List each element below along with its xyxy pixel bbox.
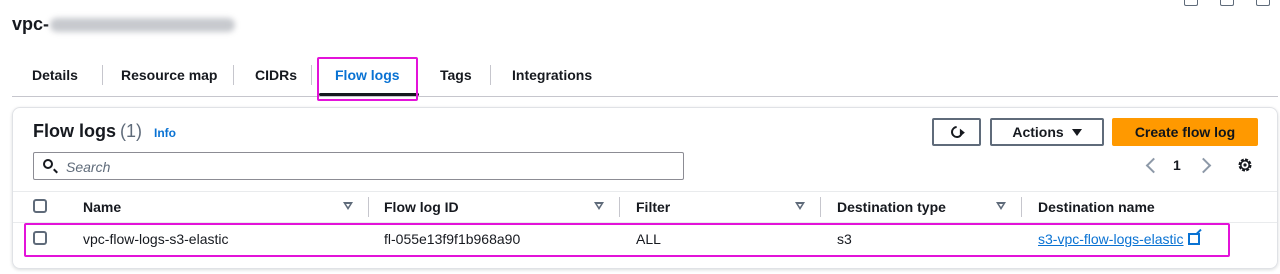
search-input[interactable] [64, 156, 668, 178]
highlight-box-tab [317, 57, 418, 101]
highlight-box-row [24, 223, 1230, 257]
window-icon[interactable] [1256, 0, 1270, 6]
tab-divider [233, 65, 234, 85]
panel-title: Flow logs [33, 121, 116, 141]
info-link[interactable]: Info [154, 126, 176, 140]
column-header-destination-name[interactable]: Destination name [1038, 199, 1155, 215]
search-icon [43, 159, 53, 169]
column-header-filter[interactable]: Filter [636, 199, 670, 215]
tab-tags[interactable]: Tags [436, 56, 476, 94]
window-icon[interactable] [1220, 0, 1234, 6]
column-divider[interactable] [368, 197, 369, 217]
column-header-flow-log-id[interactable]: Flow log ID [384, 199, 459, 215]
column-divider[interactable] [1021, 197, 1022, 217]
select-all-checkbox[interactable] [33, 199, 47, 213]
create-flow-log-label: Create flow log [1134, 124, 1236, 140]
refresh-icon [948, 123, 965, 141]
panel-header: Flow logs (1) Info [33, 121, 176, 142]
tab-integrations[interactable]: Integrations [508, 56, 596, 94]
column-header-destination-type[interactable]: Destination type [837, 199, 946, 215]
sort-icon[interactable] [996, 202, 1006, 210]
search-field[interactable] [33, 152, 684, 180]
vpc-title: vpc- [12, 14, 236, 35]
window-icon[interactable] [1184, 0, 1198, 6]
item-count: (1) [120, 121, 142, 141]
sort-icon[interactable] [594, 202, 604, 210]
refresh-button[interactable] [932, 118, 981, 146]
vpc-id-prefix: vpc- [12, 14, 50, 34]
gear-icon[interactable] [1237, 157, 1253, 173]
column-divider[interactable] [820, 197, 821, 217]
tab-divider [102, 65, 103, 85]
redacted-vpc-id [50, 17, 236, 32]
actions-label: Actions [1012, 124, 1064, 140]
sort-icon[interactable] [343, 202, 353, 210]
column-header-name[interactable]: Name [83, 199, 121, 215]
tab-details[interactable]: Details [28, 56, 82, 94]
tab-bar: Details Resource map CIDRs Flow logs Tag… [12, 56, 1278, 97]
actions-button[interactable]: Actions [990, 118, 1104, 146]
page-number[interactable]: 1 [1173, 157, 1181, 173]
tab-cidrs[interactable]: CIDRs [251, 56, 301, 94]
tab-resource-map[interactable]: Resource map [117, 56, 221, 94]
create-flow-log-button[interactable]: Create flow log [1112, 118, 1258, 146]
tab-divider [311, 65, 312, 85]
tab-divider [490, 65, 491, 85]
caret-down-icon [1071, 128, 1082, 136]
column-divider[interactable] [619, 197, 620, 217]
top-right-icons [1184, 0, 1270, 6]
sort-icon[interactable] [795, 202, 805, 210]
